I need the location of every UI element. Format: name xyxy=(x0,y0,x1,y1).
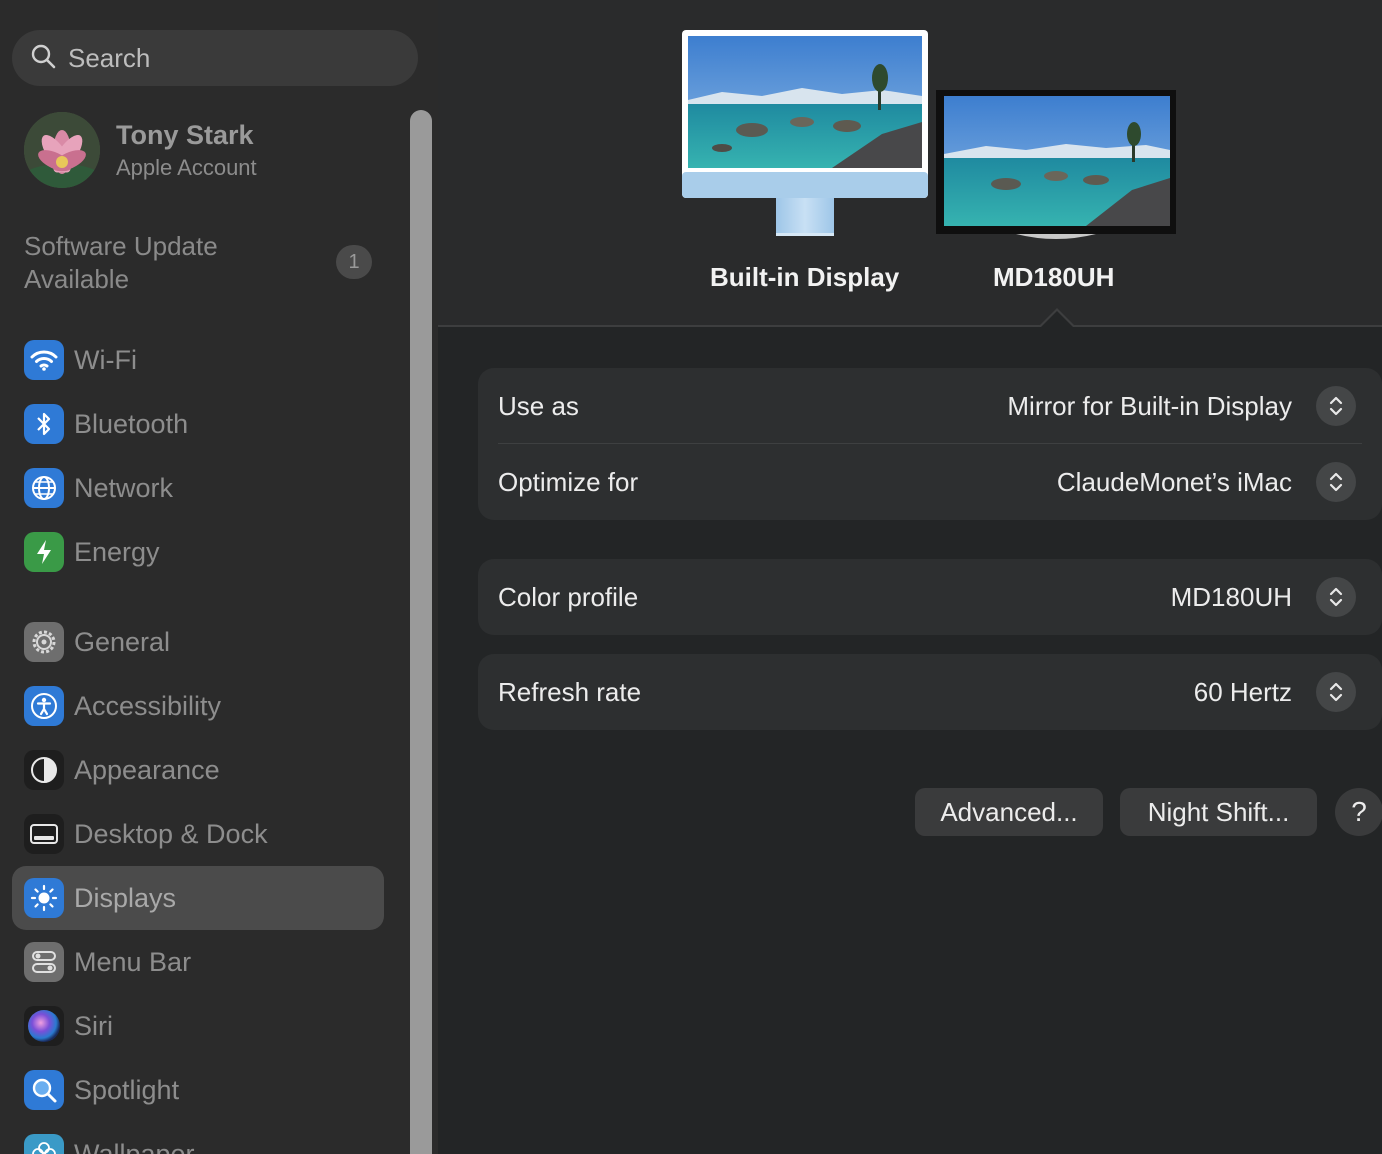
sidebar-item-label: Displays xyxy=(74,882,177,913)
sidebar-item-label: Spotlight xyxy=(74,1074,180,1105)
sidebar-item-label: Wi-Fi xyxy=(74,344,137,375)
wifi-icon xyxy=(24,340,64,380)
optimize-for-value[interactable]: ClaudeMonet’s iMac xyxy=(1057,467,1292,498)
search-input[interactable] xyxy=(68,42,368,74)
sidebar-item-label: Siri xyxy=(74,1010,113,1041)
refresh-rate-label: Refresh rate xyxy=(498,676,642,707)
sidebar-item-appearance[interactable]: Appearance xyxy=(12,738,384,802)
color-profile-row[interactable]: Color profile MD180UH xyxy=(478,559,1382,635)
sidebar-item-network[interactable]: Network xyxy=(12,456,384,520)
use-as-label: Use as xyxy=(498,390,579,421)
sidebar-item-label: Menu Bar xyxy=(74,946,192,977)
builtin-display-thumbnail[interactable] xyxy=(682,30,930,245)
sidebar-item-general[interactable]: General xyxy=(12,610,384,674)
chevron-updown-icon[interactable] xyxy=(1316,386,1356,426)
sidebar-item-wallpaper[interactable]: Wallpaper xyxy=(12,1122,384,1154)
sidebar-item-label: Bluetooth xyxy=(74,408,189,439)
sidebar-item-bluetooth[interactable]: Bluetooth xyxy=(12,392,384,456)
refresh-rate-value[interactable]: 60 Hertz xyxy=(1194,677,1292,708)
flower-icon xyxy=(24,1134,64,1154)
accessibility-icon xyxy=(24,686,64,726)
use-as-value[interactable]: Mirror for Built-in Display xyxy=(1007,391,1292,422)
chevron-updown-icon[interactable] xyxy=(1316,672,1356,712)
software-update-label[interactable]: Software Update Available xyxy=(24,230,274,296)
search-icon xyxy=(30,43,56,74)
sidebar-item-label: Wallpaper xyxy=(74,1138,195,1154)
sidebar-item-label: Desktop & Dock xyxy=(74,818,268,849)
display-arrangement-area: Built-in Display MD180UH xyxy=(438,0,1382,327)
globe-icon xyxy=(24,468,64,508)
display-mode-group: Use as Mirror for Built-in Display Optim… xyxy=(478,368,1382,520)
sidebar-scrollbar[interactable] xyxy=(410,110,432,1154)
main-panel: Built-in Display MD180UH Use as Mirror f… xyxy=(438,0,1382,1154)
night-shift-button[interactable]: Night Shift... xyxy=(1120,788,1317,836)
sidebar-item-wifi[interactable]: Wi-Fi xyxy=(12,328,384,392)
account-name: Tony Stark xyxy=(116,119,254,150)
sidebar-item-label: Appearance xyxy=(74,754,220,785)
color-profile-group: Color profile MD180UH xyxy=(478,559,1382,635)
color-profile-value[interactable]: MD180UH xyxy=(1171,582,1292,613)
sidebar-item-desktop-dock[interactable]: Desktop & Dock xyxy=(12,802,384,866)
chevron-updown-icon[interactable] xyxy=(1316,577,1356,617)
sidebar-item-spotlight[interactable]: Spotlight xyxy=(12,1058,384,1122)
sidebar: Tony Stark Apple Account Software Update… xyxy=(0,0,438,1154)
sidebar-item-label: Accessibility xyxy=(74,690,222,721)
help-button[interactable]: ? xyxy=(1335,788,1382,836)
optimize-for-label: Optimize for xyxy=(498,466,639,497)
avatar xyxy=(24,112,100,188)
dock-icon xyxy=(24,814,64,854)
refresh-rate-group: Refresh rate 60 Hertz xyxy=(478,654,1382,730)
bolt-icon xyxy=(24,532,64,572)
use-as-row[interactable]: Use as Mirror for Built-in Display xyxy=(478,368,1382,444)
builtin-display-label: Built-in Display xyxy=(710,262,900,292)
sidebar-item-siri[interactable]: Siri xyxy=(12,994,384,1058)
external-display-thumbnail[interactable] xyxy=(936,90,1178,251)
appearance-icon xyxy=(24,750,64,790)
sidebar-item-label: Network xyxy=(74,472,174,503)
refresh-rate-row[interactable]: Refresh rate 60 Hertz xyxy=(478,654,1382,730)
bluetooth-icon xyxy=(24,404,64,444)
sidebar-item-displays[interactable]: Displays xyxy=(12,866,384,930)
gear-icon xyxy=(24,622,64,662)
search-field[interactable] xyxy=(12,30,418,86)
account-subtitle: Apple Account xyxy=(116,154,257,180)
sidebar-item-accessibility[interactable]: Accessibility xyxy=(12,674,384,738)
toggles-icon xyxy=(24,942,64,982)
sidebar-item-label: Energy xyxy=(74,536,160,567)
color-profile-label: Color profile xyxy=(498,581,639,612)
sidebar-item-label: General xyxy=(74,626,171,657)
sidebar-item-menu-bar[interactable]: Menu Bar xyxy=(12,930,384,994)
chevron-updown-icon[interactable] xyxy=(1316,462,1356,502)
advanced-button[interactable]: Advanced... xyxy=(915,788,1103,836)
sun-icon xyxy=(24,878,64,918)
magnifier-icon xyxy=(24,1070,64,1110)
optimize-for-row[interactable]: Optimize for ClaudeMonet’s iMac xyxy=(478,444,1382,520)
update-count-badge: 1 xyxy=(336,245,372,279)
account-row[interactable]: Tony Stark Apple Account xyxy=(24,112,257,188)
sidebar-item-energy[interactable]: Energy xyxy=(12,520,384,584)
siri-icon xyxy=(24,1006,64,1046)
external-display-label: MD180UH xyxy=(993,262,1115,292)
